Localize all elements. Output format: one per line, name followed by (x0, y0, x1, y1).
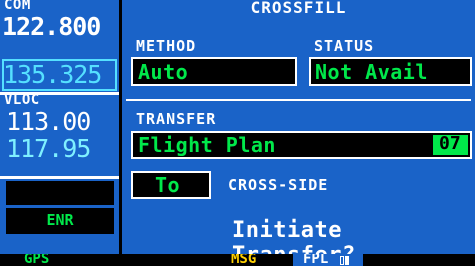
transfer-label: TRANSFER (136, 110, 217, 128)
page-position-marker-empty (340, 256, 344, 265)
radio-column: COM 122.800 135.325 VLOC 113.00 117.95 E… (0, 0, 119, 254)
flight-plan-number-badge: 07 (433, 133, 468, 155)
mode-annunciator: ENR (6, 208, 114, 234)
status-value: Not Avail (315, 60, 428, 84)
status-bar: GPS MSG FPL (0, 254, 475, 266)
section-divider (126, 99, 471, 101)
cross-side-label: CROSS-SIDE (228, 176, 329, 194)
status-label: STATUS (314, 37, 375, 55)
cdi-field (6, 181, 114, 205)
gns-display: COM 122.800 135.325 VLOC 113.00 117.95 E… (0, 0, 475, 266)
flight-plan-number: 07 (439, 133, 461, 154)
vloc-label: VLOC (4, 92, 40, 108)
direction-value: To (155, 173, 181, 197)
com-active-frequency: 122.800 (2, 12, 101, 41)
page-group-label: FPL (303, 254, 329, 266)
com-standby-box[interactable]: 135.325 (2, 59, 117, 91)
crossfill-page: CROSSFILL METHOD STATUS Auto Not Avail T… (122, 0, 475, 266)
message-annunciator[interactable]: MSG (231, 254, 256, 266)
vloc-standby-frequency[interactable]: 117.95 (6, 134, 91, 163)
method-value: Auto (138, 60, 189, 84)
radio-divider-lower (0, 176, 119, 179)
method-label: METHOD (136, 37, 197, 55)
transfer-field[interactable]: Flight Plan 07 (131, 131, 472, 159)
page-title: CROSSFILL (250, 0, 347, 17)
mode-annunciation-text: ENR (46, 211, 74, 229)
transfer-value: Flight Plan (138, 133, 276, 157)
nav-source-annunciator: GPS (24, 254, 50, 266)
status-field: Not Avail (309, 57, 472, 86)
page-group-indicator: FPL (293, 254, 363, 266)
direction-field[interactable]: To (131, 171, 211, 199)
page-position-marker-current (345, 256, 349, 265)
com-standby-frequency: 135.325 (3, 60, 102, 89)
vloc-active-frequency: 113.00 (6, 107, 91, 136)
method-field[interactable]: Auto (131, 57, 297, 86)
